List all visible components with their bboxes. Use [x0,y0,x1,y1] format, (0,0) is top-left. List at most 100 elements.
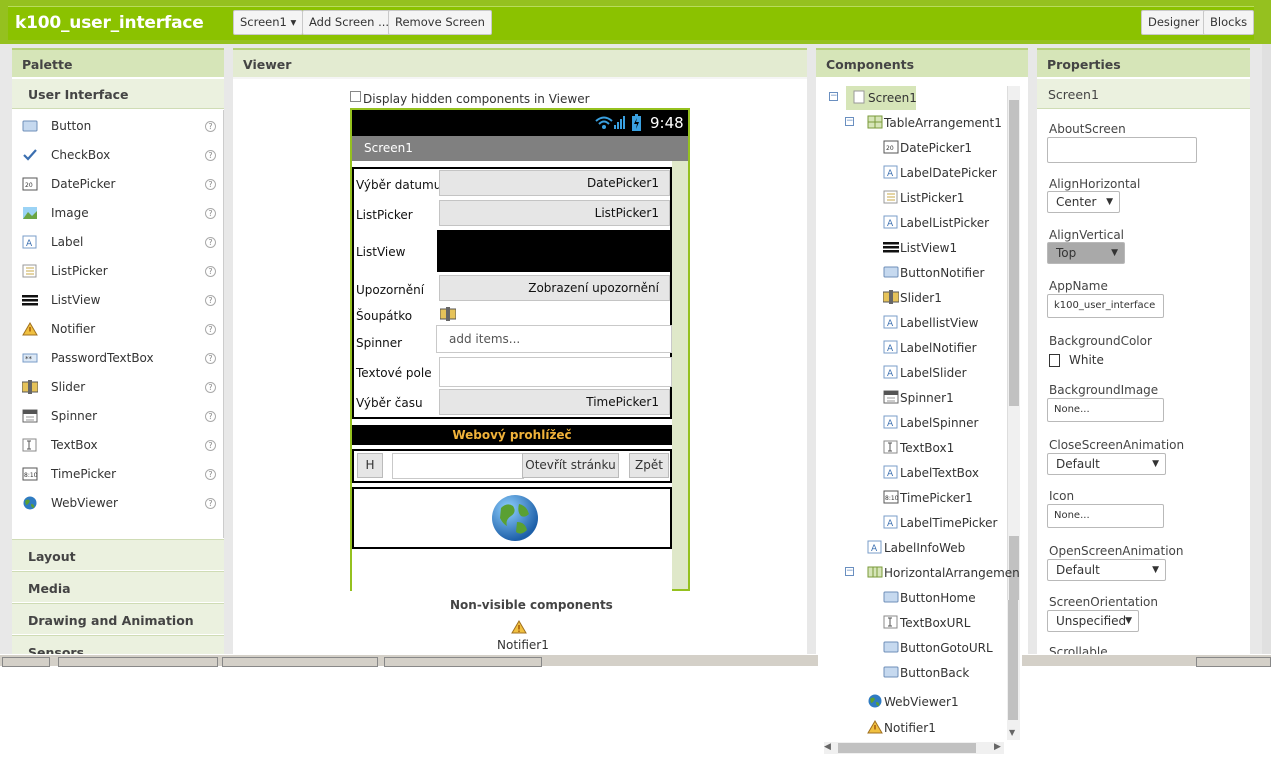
help-icon[interactable]: ? [205,498,216,509]
palette-category-sensors[interactable]: Sensors [12,635,224,654]
slider-icon[interactable] [440,307,456,321]
blocks-button[interactable]: Blocks [1203,10,1255,35]
list-view[interactable] [437,230,672,272]
palette-item-passwordtextbox[interactable]: ** PasswordTextBox? [12,344,224,373]
taskbar-item-1[interactable] [58,657,218,667]
prop-icon-input[interactable]: None... [1047,504,1164,528]
tree-item-labeltimepicker[interactable]: A LabelTimePicker [883,515,997,530]
tree-item-labelslider[interactable]: A LabelSlider [883,365,967,380]
notifier-button[interactable]: Zobrazení upozornění [439,275,670,301]
tree-item-labellistpicker[interactable]: A LabelListPicker [883,215,989,230]
tree-item-notifier1[interactable]: Notifier1 [867,720,936,735]
palette-item-label[interactable]: A Label? [12,228,224,257]
palette-section-user-interface[interactable]: User Interface [12,79,224,109]
scroll-left-arrow-icon[interactable]: ◀ [824,742,831,752]
tree-item-tablearrangement1[interactable]: TableArrangement1 [867,115,1002,130]
palette-item-webviewer[interactable]: WebViewer? [12,489,224,518]
page-scrollbar[interactable] [1262,44,1271,654]
prop-about-input[interactable] [1047,137,1197,163]
prop-alignv-select[interactable]: Top ▼ [1047,242,1125,264]
spinner[interactable]: add items... [436,325,672,353]
palette-category-media[interactable]: Media [12,571,224,602]
palette-item-notifier[interactable]: Notifier? [12,315,224,344]
prop-open-anim-select[interactable]: Default ▼ [1047,559,1166,581]
tree-item-buttonback[interactable]: ButtonBack [883,665,969,680]
designer-button[interactable]: Designer [1141,10,1207,35]
nonvisible-notifier[interactable]: Notifier1 [497,638,549,652]
help-icon[interactable]: ? [205,382,216,393]
tree-item-textbox1[interactable]: TextBox1 [883,440,954,455]
hidden-components-checkbox[interactable] [350,91,361,102]
help-icon[interactable]: ? [205,353,216,364]
tree-item-labellistview[interactable]: A LabellistView [883,315,978,330]
palette-category-drawing-and-animation[interactable]: Drawing and Animation [12,603,224,634]
tree-item-timepicker1[interactable]: 8:10 TimePicker1 [883,490,973,505]
tree-item-listview1[interactable]: ListView1 [883,240,957,255]
tree-item-labeltextbox[interactable]: A LabelTextBox [883,465,979,480]
palette-item-listview[interactable]: ListView? [12,286,224,315]
tree-item-buttongotourl[interactable]: ButtonGotoURL [883,640,993,655]
palette-item-datepicker[interactable]: 20 DatePicker? [12,170,224,199]
components-hscrollbar-lower[interactable]: ◀ ▶ [824,742,1004,754]
tree-item-spinner1[interactable]: Spinner1 [883,390,954,405]
home-button[interactable]: H [357,453,383,478]
taskbar-item-2[interactable] [222,657,378,667]
tree-item-labelspinner[interactable]: A LabelSpinner [883,415,978,430]
help-icon[interactable]: ? [205,208,216,219]
prop-bgimage-input[interactable]: None... [1047,398,1164,422]
palette-item-button[interactable]: Button? [12,112,224,141]
prop-close-anim-select[interactable]: Default ▼ [1047,453,1166,475]
palette-item-checkbox[interactable]: CheckBox? [12,141,224,170]
help-icon[interactable]: ? [205,150,216,161]
help-icon[interactable]: ? [205,266,216,277]
components-hscroll-thumb-low[interactable] [838,743,976,753]
help-icon[interactable]: ? [205,469,216,480]
goto-url-button[interactable]: Otevřít stránku [522,453,619,478]
list-picker-button[interactable]: ListPicker1 [439,200,670,226]
taskbar-start[interactable] [2,657,50,667]
tree-item-datepicker1[interactable]: 20 DatePicker1 [883,140,972,155]
scroll-down-arrow-icon[interactable]: ▼ [1009,728,1015,737]
components-vscrollbar-lower[interactable]: ▼ [1007,600,1020,740]
palette-item-spinner[interactable]: Spinner? [12,402,224,431]
prop-alignh-select[interactable]: Center ▼ [1047,191,1120,213]
text-box[interactable] [439,357,672,387]
taskbar-item-3[interactable] [384,657,542,667]
prop-bgcolor-value[interactable]: White [1069,353,1104,367]
time-picker-button[interactable]: TimePicker1 [439,389,670,415]
scroll-right-arrow-icon[interactable]: ▶ [994,742,1001,752]
help-icon[interactable]: ? [205,295,216,306]
color-swatch[interactable] [1049,354,1060,367]
help-icon[interactable]: ? [205,121,216,132]
palette-category-layout[interactable]: Layout [12,539,224,570]
web-viewer[interactable] [352,487,672,549]
remove-screen-button[interactable]: Remove Screen [388,10,492,35]
palette-item-listpicker[interactable]: ListPicker? [12,257,224,286]
prop-appname-input[interactable]: k100_user_interface [1047,294,1164,318]
back-button[interactable]: Zpět [629,453,669,478]
help-icon[interactable]: ? [205,237,216,248]
palette-item-slider[interactable]: Slider? [12,373,224,402]
palette-item-timepicker[interactable]: 8:10 TimePicker? [12,460,224,489]
help-icon[interactable]: ? [205,411,216,422]
tree-item-labeldatepicker[interactable]: A LabelDatePicker [883,165,997,180]
screen-select-button[interactable]: Screen1 ▾ [233,10,304,35]
tree-item-webviewer1[interactable]: WebViewer1 [867,694,959,709]
palette-item-textbox[interactable]: TextBox? [12,431,224,460]
tree-item-labelinfoweb[interactable]: A LabelInfoWeb [867,540,965,555]
help-icon[interactable]: ? [205,324,216,335]
tree-item-textboxurl[interactable]: TextBoxURL [883,615,970,630]
url-text-box[interactable] [392,453,524,479]
help-icon[interactable]: ? [205,179,216,190]
add-screen-button[interactable]: Add Screen ... [302,10,397,35]
help-icon[interactable]: ? [205,440,216,451]
components-vscroll-thumb-low[interactable] [1008,600,1018,720]
tree-item-listpicker1[interactable]: ListPicker1 [883,190,964,205]
tree-item-slider1[interactable]: Slider1 [882,290,942,305]
prop-orientation-select[interactable]: Unspecified ▼ [1047,610,1139,632]
components-vscroll-thumb[interactable] [1009,100,1019,406]
palette-item-image[interactable]: Image? [12,199,224,228]
tree-item-screen1[interactable]: Screen1 [851,90,917,105]
tree-item-horizontalarrangemen[interactable]: HorizontalArrangemen [867,565,1020,580]
date-picker-button[interactable]: DatePicker1 [439,170,670,196]
